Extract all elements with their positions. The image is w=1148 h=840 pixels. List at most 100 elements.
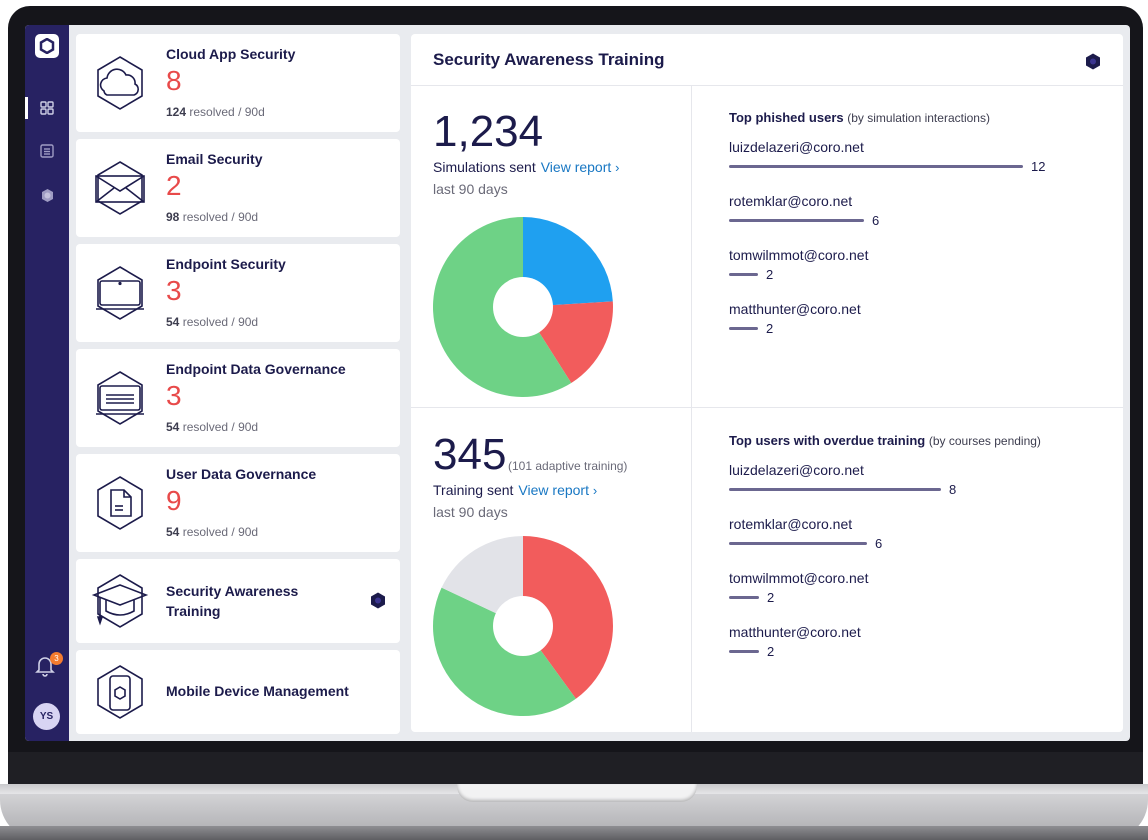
user-email: tomwilmmot@coro.net — [729, 570, 869, 586]
user-avatar[interactable]: YS — [33, 703, 60, 730]
user-count-bar — [729, 596, 759, 599]
app-screen: 3 YS Cloud App Security 8 124 resolved /… — [25, 25, 1130, 741]
training-sent-count: 345 — [433, 430, 507, 479]
security-awareness-panel: Security Awareness Training 1,234 Simula… — [411, 34, 1123, 732]
module-card-email-security[interactable]: Email Security 2 98 resolved / 90d — [76, 139, 400, 237]
training-period: last 90 days — [433, 504, 508, 520]
laptop-icon — [90, 263, 150, 323]
module-issue-count: 3 — [166, 275, 182, 306]
cloud-icon — [90, 53, 150, 113]
active-nav-indicator — [25, 97, 28, 119]
mobile-device-icon — [90, 662, 150, 722]
training-donut-hole — [493, 596, 553, 656]
user-count-bar — [729, 165, 1023, 168]
user-count-bar — [729, 327, 758, 330]
user-row[interactable]: tomwilmmot@coro.net 2 — [729, 247, 1089, 287]
training-donut-chart — [433, 536, 613, 716]
training-sent-label: Training sent View report › — [433, 482, 598, 498]
user-count: 6 — [872, 213, 880, 228]
divider — [691, 86, 692, 732]
user-count-bar — [729, 219, 864, 222]
divider — [411, 407, 1123, 408]
simulations-donut-hole — [493, 277, 553, 337]
notifications-bell-icon[interactable]: 3 — [35, 652, 63, 679]
module-resolved: 98 resolved / 90d — [166, 210, 259, 224]
dashboard-icon[interactable] — [35, 96, 59, 120]
graduation-cap-icon — [90, 571, 150, 631]
user-email: luizdelazeri@coro.net — [729, 462, 864, 478]
module-resolved: 124 resolved / 90d — [166, 105, 265, 119]
simulations-sent-count: 1,234 — [433, 107, 544, 156]
panel-title: Security Awareness Training — [433, 50, 665, 69]
user-count: 8 — [949, 482, 957, 497]
module-title: Endpoint Security — [166, 256, 286, 272]
module-issue-count: 9 — [166, 485, 182, 516]
user-row[interactable]: matthunter@coro.net 2 — [729, 301, 1089, 341]
module-title: Cloud App Security — [166, 46, 296, 62]
user-email: tomwilmmot@coro.net — [729, 247, 869, 263]
laptop-notch — [457, 784, 697, 802]
coro-logo[interactable] — [35, 34, 59, 58]
list-icon[interactable] — [35, 139, 59, 163]
monitor-data-icon — [90, 368, 150, 428]
module-card-user-data-governance[interactable]: User Data Governance 9 54 resolved / 90d — [76, 454, 400, 552]
module-issue-count: 3 — [166, 380, 182, 411]
laptop-chin — [8, 752, 1143, 788]
panel-hexagon-icon — [1085, 53, 1101, 75]
overdue-training-title: Top users with overdue training (by cour… — [729, 433, 1041, 448]
notifications-badge: 3 — [50, 652, 63, 665]
top-phished-title: Top phished users (by simulation interac… — [729, 110, 990, 125]
divider — [411, 85, 1123, 86]
user-count: 2 — [767, 590, 775, 605]
module-card-cloud-app-security[interactable]: Cloud App Security 8 124 resolved / 90d — [76, 34, 400, 132]
user-row[interactable]: luizdelazeri@coro.net 12 — [729, 139, 1089, 179]
simulations-sent-label: Simulations sent View report › — [433, 159, 620, 175]
laptop-base-edge — [0, 826, 1148, 840]
user-row[interactable]: rotemklar@coro.net 6 — [729, 516, 1089, 556]
module-title: Security Awareness Training — [166, 583, 299, 619]
user-email: rotemklar@coro.net — [729, 193, 853, 209]
adaptive-training-note: (101 adaptive training) — [508, 459, 628, 473]
training-view-report-link[interactable]: View report › — [518, 482, 597, 498]
user-email: rotemklar@coro.net — [729, 516, 853, 532]
module-issue-count: 2 — [166, 170, 182, 201]
envelope-icon — [90, 158, 150, 218]
user-count: 12 — [1031, 159, 1046, 174]
simulations-view-report-link[interactable]: View report › — [541, 159, 620, 175]
module-card-endpoint-security[interactable]: Endpoint Security 3 54 resolved / 90d — [76, 244, 400, 342]
module-issue-count: 8 — [166, 65, 182, 96]
document-icon — [90, 473, 150, 533]
user-count: 2 — [766, 321, 774, 336]
user-row[interactable]: luizdelazeri@coro.net 8 — [729, 462, 1089, 502]
user-count-bar — [729, 273, 758, 276]
simulations-donut-chart — [432, 217, 613, 397]
selected-hexagon-icon — [370, 592, 386, 614]
module-resolved: 54 resolved / 90d — [166, 525, 259, 539]
chevron-right-icon: › — [615, 160, 620, 175]
module-card-endpoint-data-governance[interactable]: Endpoint Data Governance 3 54 resolved /… — [76, 349, 400, 447]
user-email: luizdelazeri@coro.net — [729, 139, 864, 155]
user-count: 2 — [767, 644, 775, 659]
user-count-bar — [729, 542, 867, 545]
user-count: 2 — [766, 267, 774, 282]
user-email: matthunter@coro.net — [729, 301, 861, 317]
simulations-period: last 90 days — [433, 181, 508, 197]
module-card-security-awareness-training[interactable]: Security Awareness Training — [76, 559, 400, 643]
user-count-bar — [729, 650, 759, 653]
module-title: Email Security — [166, 151, 263, 167]
module-card-mobile-device-management[interactable]: Mobile Device Management — [76, 650, 400, 734]
module-title: User Data Governance — [166, 466, 317, 482]
user-row[interactable]: tomwilmmot@coro.net 2 — [729, 570, 1089, 610]
module-title: Endpoint Data Governance — [166, 361, 346, 377]
user-row[interactable]: matthunter@coro.net 2 — [729, 624, 1089, 664]
module-resolved: 54 resolved / 90d — [166, 315, 259, 329]
sidebar: 3 YS — [25, 25, 69, 741]
user-email: matthunter@coro.net — [729, 624, 861, 640]
chevron-right-icon: › — [592, 483, 598, 498]
module-resolved: 54 resolved / 90d — [166, 420, 259, 434]
module-title: Mobile Device Management — [166, 683, 349, 699]
user-count-bar — [729, 488, 941, 491]
modules-icon[interactable] — [35, 183, 59, 207]
user-count: 6 — [875, 536, 883, 551]
user-row[interactable]: rotemklar@coro.net 6 — [729, 193, 1089, 233]
